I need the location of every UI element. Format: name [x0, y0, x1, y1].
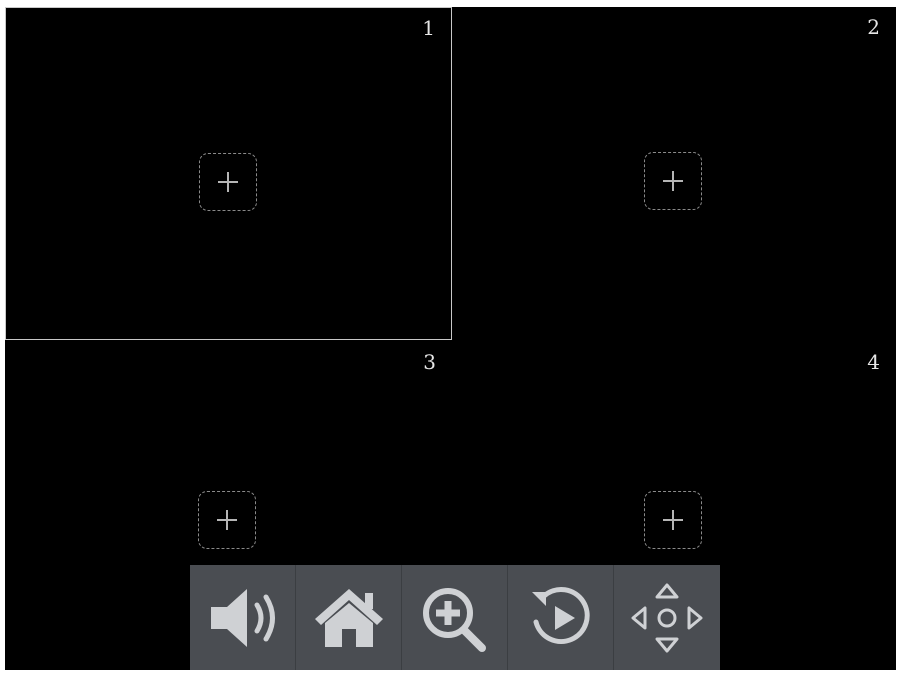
ptz-direction-icon	[631, 583, 703, 652]
home-button[interactable]	[296, 565, 402, 670]
video-pane-1[interactable]: 1	[5, 7, 452, 340]
pane-number: 4	[867, 350, 880, 374]
plus-icon	[218, 172, 238, 192]
playback-icon	[531, 586, 590, 644]
ptz-control-button[interactable]	[614, 565, 720, 670]
playback-button[interactable]	[508, 565, 614, 670]
video-pane-2[interactable]: 2	[452, 7, 896, 340]
pane-number: 2	[867, 15, 880, 39]
plus-icon	[663, 510, 683, 530]
pane-number: 1	[422, 16, 435, 40]
plus-icon	[663, 171, 683, 191]
add-channel-button[interactable]	[644, 491, 702, 549]
audio-button[interactable]	[190, 565, 296, 670]
add-channel-button[interactable]	[199, 153, 257, 211]
zoom-button[interactable]	[402, 565, 508, 670]
add-channel-button[interactable]	[644, 152, 702, 210]
home-icon	[314, 588, 383, 647]
plus-icon	[217, 510, 237, 530]
control-toolbar	[190, 565, 720, 670]
zoom-in-icon	[422, 587, 486, 652]
pane-number: 3	[423, 350, 436, 374]
speaker-icon	[210, 588, 275, 647]
add-channel-button[interactable]	[198, 491, 256, 549]
